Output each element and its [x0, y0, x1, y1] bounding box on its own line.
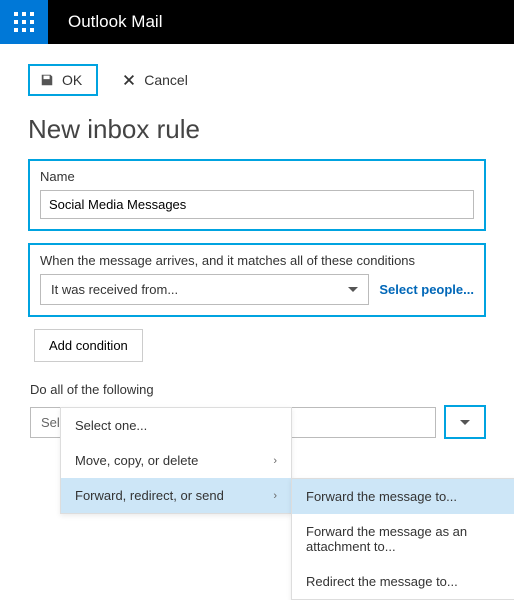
- condition-selected-value: It was received from...: [51, 282, 178, 297]
- chevron-right-icon: ›: [273, 490, 277, 502]
- action-submenu-item[interactable]: Forward the message as an attachment to.…: [292, 514, 514, 564]
- close-icon: [122, 73, 136, 87]
- action-menu-item[interactable]: Forward, redirect, or send ›: [61, 478, 291, 513]
- action-submenu-item[interactable]: Redirect the message to...: [292, 564, 514, 599]
- action-section-label: Do all of the following: [30, 382, 486, 397]
- add-condition-button[interactable]: Add condition: [34, 329, 143, 362]
- condition-section: When the message arrives, and it matches…: [28, 243, 486, 317]
- app-launcher-button[interactable]: [0, 0, 48, 44]
- submenu-item-label: Forward the message as an attachment to.…: [306, 524, 514, 554]
- select-people-link[interactable]: Select people...: [379, 282, 474, 297]
- condition-select[interactable]: It was received from...: [40, 274, 369, 305]
- chevron-right-icon: ›: [273, 455, 277, 467]
- action-menu-item[interactable]: Move, copy, or delete ›: [61, 443, 291, 478]
- chevron-down-icon: [460, 420, 470, 425]
- cancel-label: Cancel: [144, 72, 188, 88]
- save-icon: [40, 73, 54, 87]
- submenu-item-label: Redirect the message to...: [306, 574, 458, 589]
- action-submenu: Forward the message to... Forward the mes…: [291, 478, 514, 600]
- name-label: Name: [40, 169, 474, 184]
- command-bar: OK Cancel: [28, 64, 486, 96]
- submenu-item-label: Forward the message to...: [306, 489, 457, 504]
- name-section: Name: [28, 159, 486, 231]
- waffle-icon: [14, 12, 34, 32]
- condition-label: When the message arrives, and it matches…: [40, 253, 474, 268]
- menu-item-label: Select one...: [75, 418, 147, 433]
- chevron-down-icon: [348, 287, 358, 292]
- action-submenu-item[interactable]: Forward the message to...: [292, 479, 514, 514]
- top-bar: Outlook Mail: [0, 0, 514, 44]
- rule-name-input[interactable]: [40, 190, 474, 219]
- app-title: Outlook Mail: [68, 12, 162, 32]
- page-title: New inbox rule: [28, 114, 486, 145]
- action-select-caret[interactable]: [444, 405, 486, 439]
- ok-button[interactable]: OK: [28, 64, 98, 96]
- menu-item-label: Forward, redirect, or send: [75, 488, 224, 503]
- cancel-button[interactable]: Cancel: [122, 66, 188, 94]
- ok-label: OK: [62, 72, 82, 88]
- action-menu: Select one...Move, copy, or delete›Forwa…: [60, 407, 292, 514]
- menu-item-label: Move, copy, or delete: [75, 453, 198, 468]
- action-menu-item[interactable]: Select one...: [61, 408, 291, 443]
